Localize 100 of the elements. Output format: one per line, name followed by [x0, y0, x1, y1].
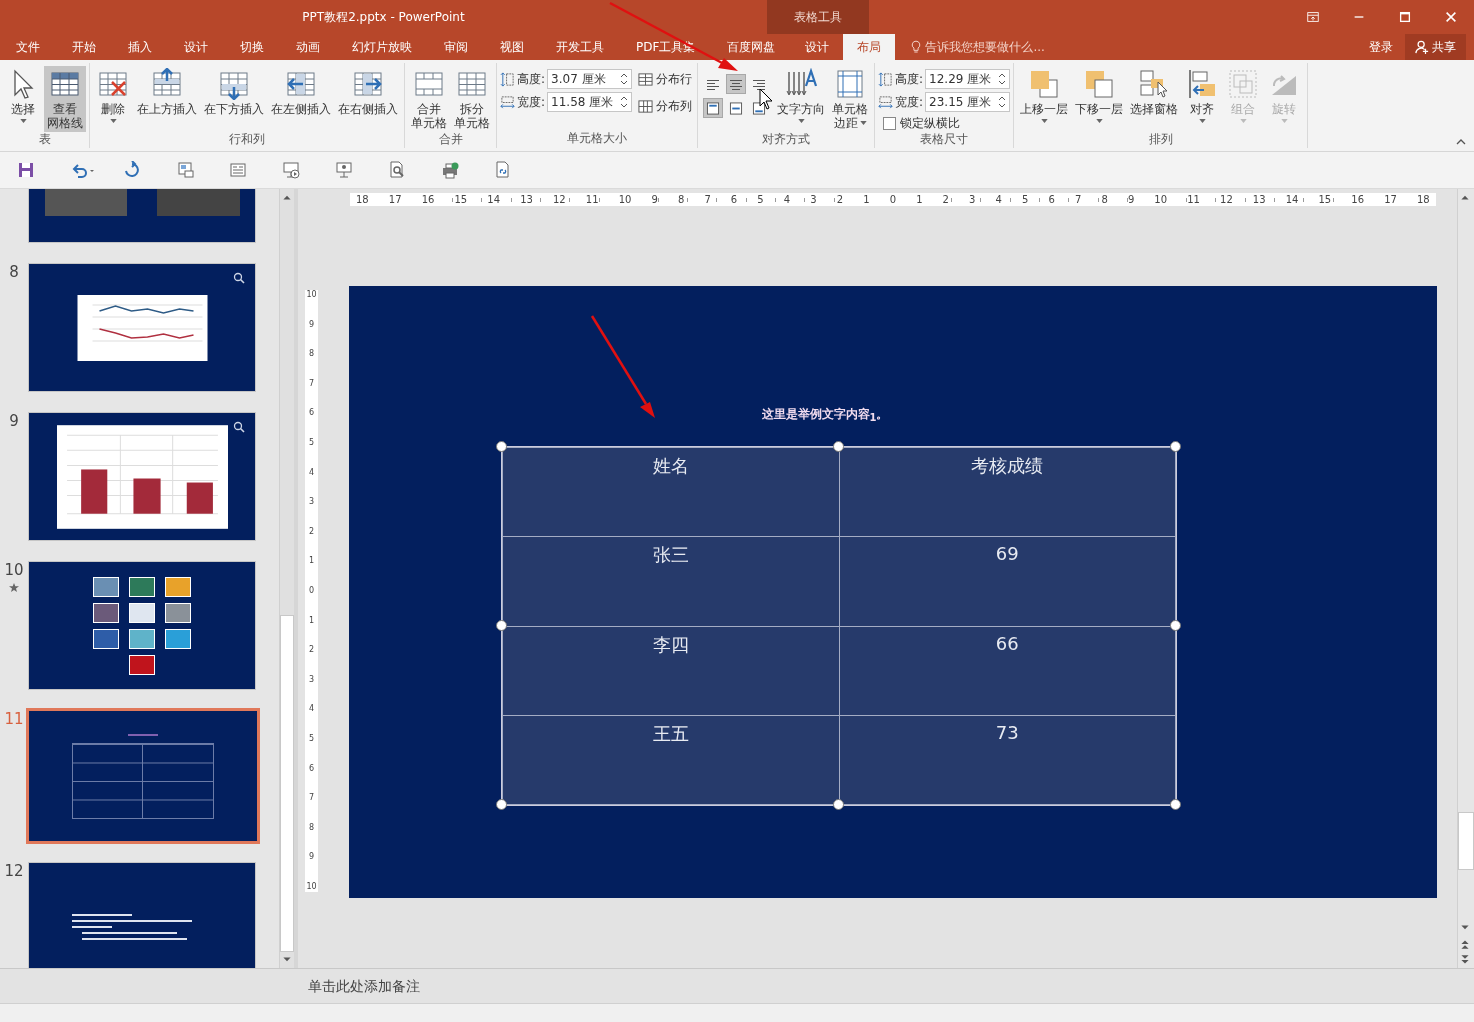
spinner-icon[interactable]	[998, 95, 1007, 109]
redo-icon[interactable]	[123, 161, 141, 179]
ribbon-button[interactable]: 在下方插入	[201, 66, 267, 132]
slide-thumbnail[interactable]	[28, 263, 256, 392]
scrollbar[interactable]	[1457, 189, 1474, 968]
slide-picture-icon[interactable]	[176, 161, 194, 179]
text-align-icon	[752, 77, 767, 91]
ribbon-tab[interactable]: 动画	[280, 34, 336, 60]
ribbon-button[interactable]: 查看 网格线	[44, 66, 86, 132]
scrollbar-thumb[interactable]	[280, 615, 294, 952]
slide-number: 11	[4, 710, 24, 728]
zoom-icon	[233, 421, 245, 433]
data-table[interactable]: 姓名 考核成绩 张三 69 李四 66 王五 73	[502, 447, 1176, 805]
ribbon-button[interactable]: 上移一层	[1017, 66, 1072, 132]
sign-in-link[interactable]: 登录	[1369, 38, 1393, 56]
previous-slide-icon[interactable]	[1459, 938, 1471, 950]
ribbon-button[interactable]: 选择	[3, 66, 43, 132]
column-width-icon	[500, 94, 515, 110]
resize-handle[interactable]	[1170, 441, 1181, 452]
table-cell-text: 73	[994, 720, 1020, 745]
resize-handle[interactable]	[833, 799, 844, 810]
ribbon-button[interactable]: 拆分 单元格	[451, 66, 493, 132]
caret-icon	[109, 119, 117, 123]
slide-thumbnail[interactable]	[28, 561, 256, 690]
caret-icon	[1095, 119, 1103, 123]
ribbon-tab[interactable]: 开始	[56, 34, 112, 60]
slideshow-icon[interactable]	[282, 161, 300, 179]
ribbon-tab[interactable]: 设计	[791, 34, 844, 60]
ribbon-tab[interactable]: 视图	[484, 34, 540, 60]
close-icon[interactable]	[1444, 10, 1458, 24]
spinner-icon[interactable]	[620, 95, 629, 109]
size-field[interactable]: 12.29 厘米	[925, 69, 1011, 89]
ribbon-tab[interactable]: 文件	[0, 34, 56, 60]
ribbon-button[interactable]: 分布行	[636, 70, 695, 89]
resize-handle[interactable]	[1170, 620, 1181, 631]
ribbon-button[interactable]: 合并 单元格	[408, 66, 450, 132]
resize-handle[interactable]	[1170, 799, 1181, 810]
vertical-align-icon	[729, 101, 744, 115]
resize-handle[interactable]	[496, 441, 507, 452]
ribbon-tab[interactable]: 布局	[843, 34, 896, 60]
spinner-icon[interactable]	[998, 72, 1007, 86]
slide-thumbnail[interactable]	[28, 862, 256, 968]
ribbon-tab[interactable]: 插入	[112, 34, 168, 60]
ribbon-tab[interactable]: 设计	[168, 34, 224, 60]
preview-icon[interactable]	[388, 161, 406, 179]
ribbon-button[interactable]: 在右侧插入	[335, 66, 401, 132]
slide-thumbnail[interactable]	[28, 412, 256, 541]
slide-thumbnail[interactable]	[26, 708, 260, 844]
printer-icon[interactable]	[441, 161, 459, 179]
caret-icon	[859, 120, 867, 125]
spinner-icon[interactable]	[620, 72, 629, 86]
resize-handle[interactable]	[496, 620, 507, 631]
document-link-icon[interactable]	[494, 161, 512, 179]
ribbon-button[interactable]: 选择窗格	[1127, 66, 1182, 132]
ribbon-button[interactable]: 在左侧插入	[268, 66, 334, 132]
ribbon-button[interactable]: 单元格 边距	[829, 66, 872, 132]
ribbon-button[interactable]: 对齐	[1182, 66, 1223, 132]
share-button[interactable]: 共享	[1405, 34, 1466, 60]
ribbon-tab[interactable]: 百度网盘	[711, 34, 792, 60]
ribbon-display-options-icon[interactable]	[1306, 10, 1320, 24]
undo-icon[interactable]	[70, 161, 96, 179]
row-height-icon	[878, 71, 894, 87]
tell-me-field[interactable]: 告诉我您想要做什么...	[921, 34, 1086, 60]
slide-canvas[interactable]: 这里是举例文字内容$_{1}$。 姓名 考核成绩 张三 69 李四 66 王五 73	[349, 286, 1437, 898]
ribbon-button[interactable]: 在上方插入	[134, 66, 200, 132]
align-button[interactable]	[726, 74, 747, 94]
size-field[interactable]: 11.58 厘米	[547, 92, 633, 112]
resize-handle[interactable]	[496, 799, 507, 810]
vertical-align-icon	[706, 101, 721, 115]
scrollbar-thumb[interactable]	[1458, 812, 1474, 870]
collapse-ribbon-icon[interactable]	[1456, 139, 1466, 145]
slide-number: 10	[4, 561, 24, 579]
distribute-columns-icon	[638, 99, 654, 114]
maximize-icon[interactable]	[1398, 10, 1412, 24]
notes-field[interactable]: 单击此处添加备注	[298, 978, 618, 994]
save-icon[interactable]	[17, 161, 35, 179]
size-field[interactable]: 3.07 厘米	[547, 69, 633, 89]
table-header-cell-text: 考核成绩	[970, 454, 1045, 478]
next-slide-icon[interactable]	[1459, 954, 1471, 966]
ribbon-button[interactable]: 删除	[93, 66, 133, 132]
scrollbar[interactable]	[279, 189, 294, 968]
send-backward-icon	[1083, 68, 1116, 100]
group-label: 表格尺寸	[919, 132, 970, 148]
checkbox[interactable]	[883, 117, 897, 130]
ribbon-tab[interactable]: 审阅	[428, 34, 484, 60]
ribbon-button[interactable]: 分布列	[636, 97, 695, 116]
ribbon-tab[interactable]: 幻灯片放映	[336, 34, 428, 60]
ribbon-button[interactable]: 文字方向	[774, 66, 829, 132]
size-field[interactable]: 23.15 厘米	[925, 92, 1011, 112]
caret-icon	[1040, 119, 1048, 123]
group-label: 单元格大小	[566, 131, 628, 147]
resize-handle[interactable]	[833, 441, 844, 452]
ribbon-button[interactable]: 下移一层	[1072, 66, 1127, 132]
presenter-icon[interactable]	[335, 161, 353, 179]
ribbon-tab[interactable]: 切换	[224, 34, 280, 60]
slide-title[interactable]: 这里是举例文字内容$_{1}$。	[488, 406, 1162, 424]
ribbon-tab[interactable]: 开发工具	[540, 34, 620, 60]
lightbulb-icon	[911, 40, 922, 54]
field-label: 高度:	[895, 70, 924, 88]
group-label: 行和列	[228, 132, 266, 148]
